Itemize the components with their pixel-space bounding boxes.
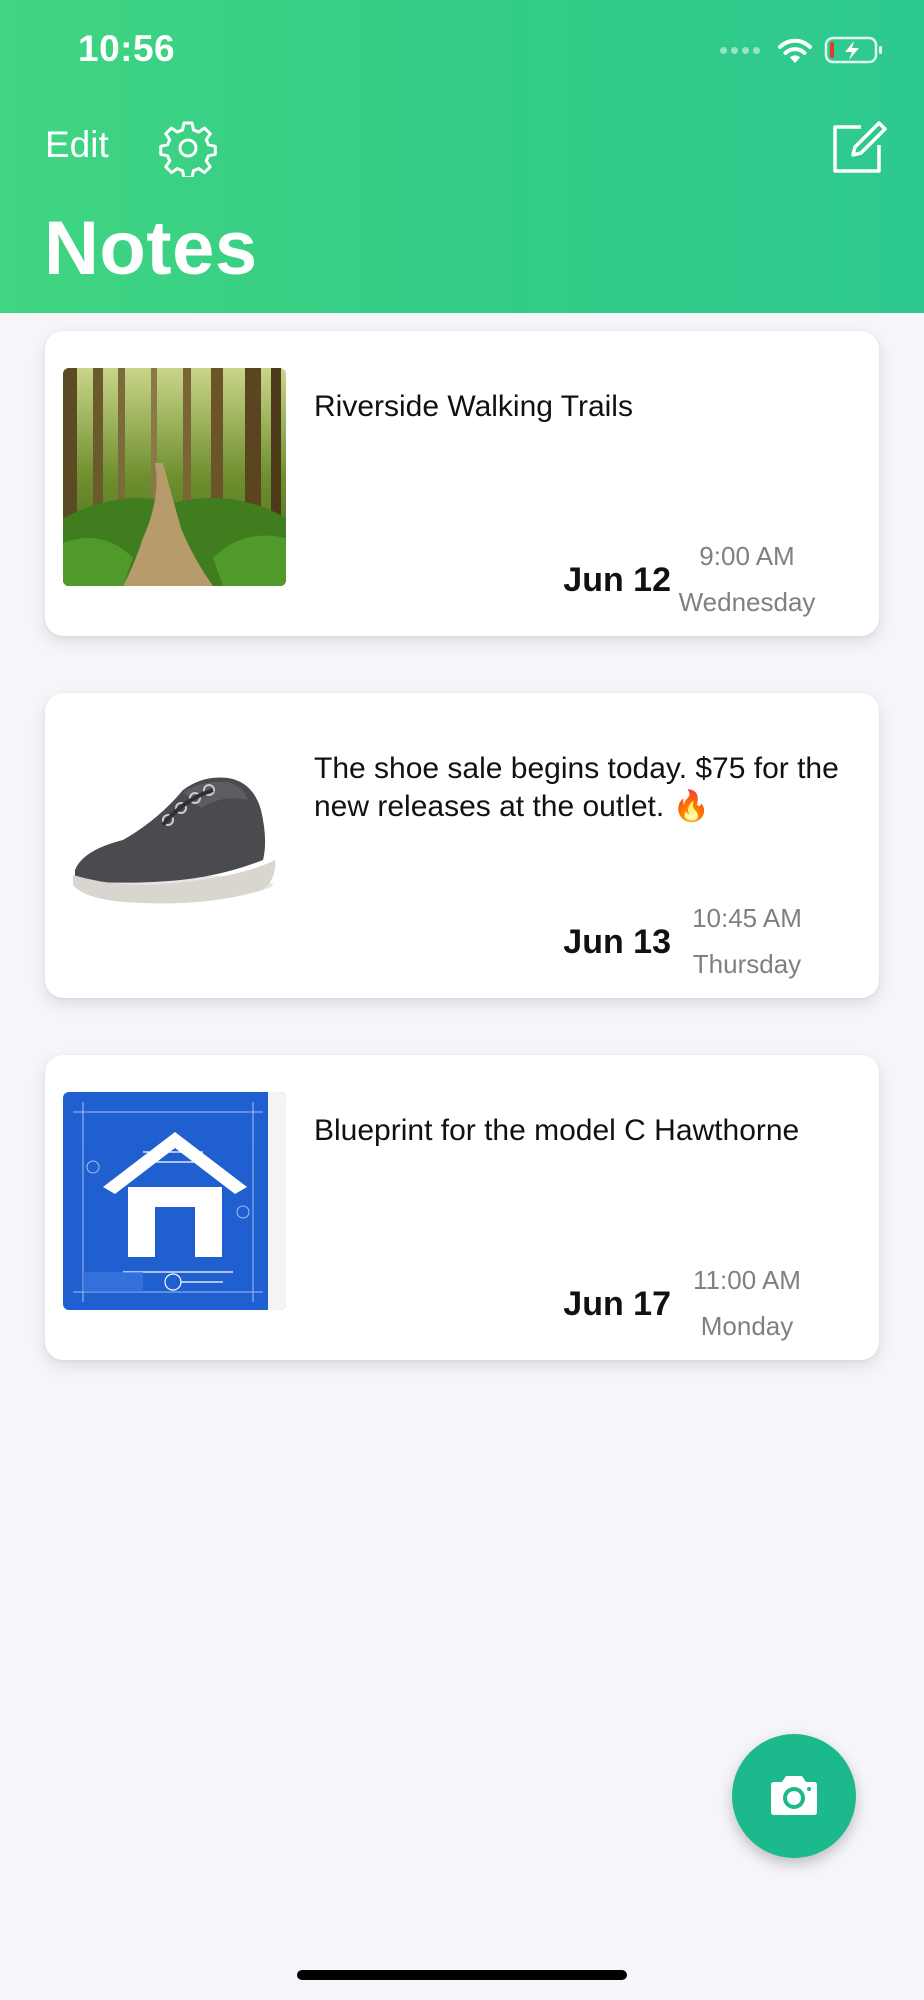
- battery-charging-icon: [824, 36, 882, 64]
- note-day: Wednesday: [678, 587, 816, 617]
- house-blueprint-image: [63, 1092, 286, 1310]
- note-time: 10:45 AM: [692, 903, 802, 933]
- note-time: 11:00 AM: [693, 1265, 801, 1295]
- note-date: Jun 13: [563, 923, 671, 961]
- note-card[interactable]: Riverside Walking Trails Jun 12 9:00 AM …: [45, 331, 879, 636]
- sneaker-photo: [63, 730, 286, 948]
- header: 10:56 Edit Notes: [0, 0, 924, 313]
- note-date: Jun 17: [563, 1285, 671, 1323]
- note-title: Blueprint for the model C Hawthorne: [314, 1114, 800, 1147]
- status-time: 10:56: [78, 28, 176, 69]
- note-title: The shoe sale begins today. $75 for the …: [314, 752, 839, 823]
- wifi-icon: [778, 38, 812, 63]
- note-day: Thursday: [692, 949, 802, 979]
- notes-screen: 10:56 Edit Notes Riverside Walking Trail…: [0, 0, 924, 2000]
- gear-icon: [159, 121, 217, 180]
- forest-path-photo: [63, 368, 286, 586]
- settings-button[interactable]: [159, 119, 217, 180]
- note-time: 9:00 AM: [699, 541, 795, 571]
- status-indicators: [720, 34, 884, 66]
- note-day: Monday: [700, 1311, 794, 1341]
- compose-button[interactable]: [831, 119, 889, 175]
- signal-icon: [720, 46, 760, 54]
- note-card[interactable]: Blueprint for the model C Hawthorne Jun …: [45, 1055, 879, 1360]
- note-date: Jun 12: [563, 561, 671, 599]
- home-indicator: [297, 1970, 627, 1980]
- camera-button[interactable]: [732, 1734, 856, 1858]
- page-title: Notes: [44, 206, 258, 291]
- note-title: Riverside Walking Trails: [314, 390, 633, 423]
- edit-button[interactable]: Edit: [45, 124, 109, 166]
- note-card[interactable]: The shoe sale begins today. $75 for the …: [45, 693, 879, 998]
- camera-icon: [771, 1776, 817, 1815]
- compose-icon: [833, 121, 887, 173]
